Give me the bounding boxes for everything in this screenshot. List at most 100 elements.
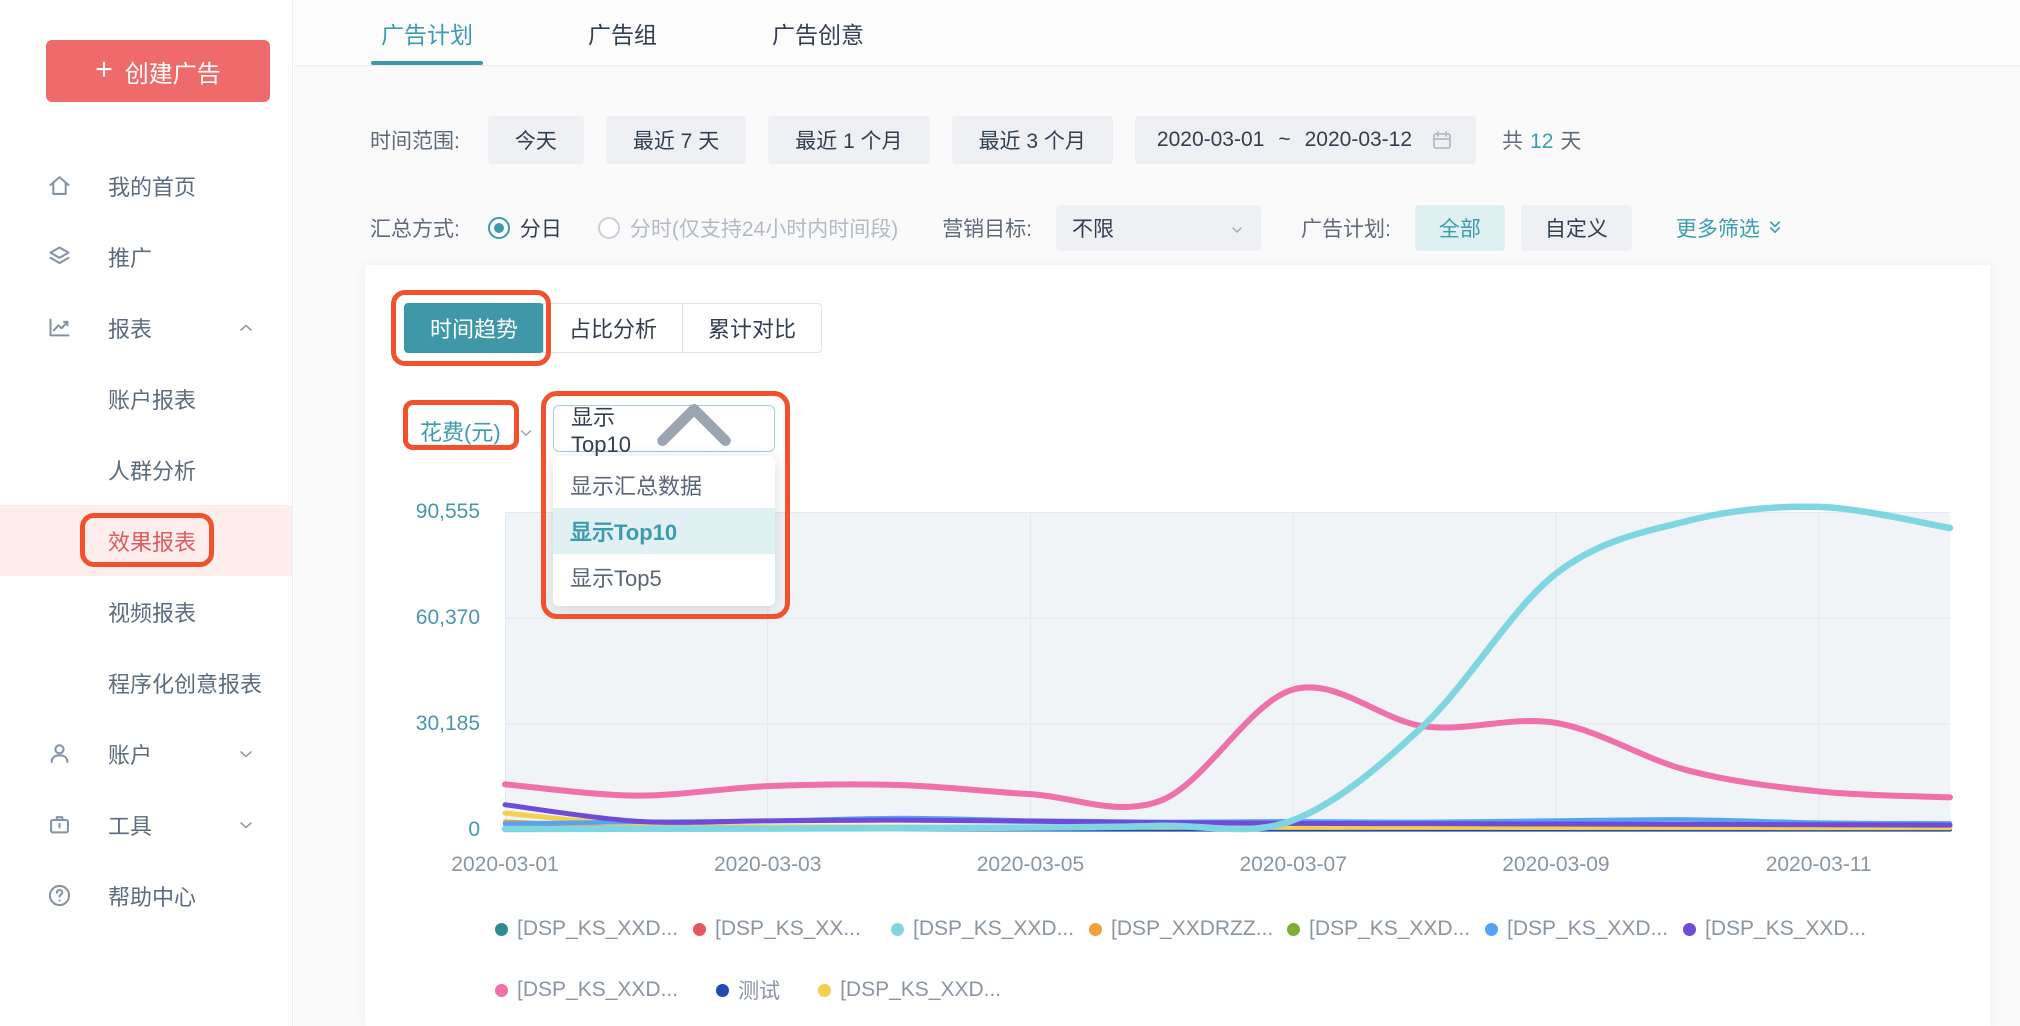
x-tick-label: 2020-03-05 xyxy=(940,853,1120,877)
legend-item-0[interactable]: [DSP_KS_XXD... xyxy=(495,917,693,941)
total-days-prefix: 共 xyxy=(1502,130,1523,153)
legend-dot xyxy=(495,984,508,997)
time-range-row: 时间范围: 今天最近 7 天最近 1 个月最近 3 个月 2020-03-01 … xyxy=(370,116,1581,164)
legend-item-5[interactable]: [DSP_KS_XXD... xyxy=(1485,917,1683,941)
sidebar-item-label: 账户 xyxy=(108,738,152,770)
chart-view-tab-0[interactable]: 时间趋势 xyxy=(404,303,544,353)
chart-panel: 时间趋势占比分析累计对比 花费(元) 显示Top10 显示汇总数据显示Top10… xyxy=(365,265,1990,1026)
legend-row-1: [DSP_KS_XXD... [DSP_KS_XX... [DSP_KS_XXD..… xyxy=(495,917,1881,941)
sidebar-item-label: 人群分析 xyxy=(108,454,196,486)
sidebar-item-6[interactable]: 视频报表 xyxy=(0,576,292,647)
legend-label: [DSP_KS_XX... xyxy=(715,917,861,941)
legend-item-1[interactable]: [DSP_KS_XX... xyxy=(693,917,891,941)
tab-2[interactable]: 广告创意 xyxy=(762,0,874,65)
legend-item-2[interactable]: [DSP_KS_XXD... xyxy=(891,917,1089,941)
marketing-goal-select[interactable]: 不限 xyxy=(1056,205,1261,251)
sidebar-item-7[interactable]: 程序化创意报表 xyxy=(0,647,292,718)
marketing-goal-label: 营销目标: xyxy=(942,213,1032,243)
chevron-down-icon xyxy=(517,422,535,440)
legend-item-4[interactable]: [DSP_KS_XXD... xyxy=(1287,917,1485,941)
sidebar-item-1[interactable]: 推广 xyxy=(0,221,292,292)
summary-row: 汇总方式: 分日分时(仅支持24小时内时间段) 营销目标: 不限 广告计划: 全… xyxy=(370,205,1785,251)
report-icon xyxy=(46,314,73,341)
y-tick-label: 30,185 xyxy=(385,712,480,736)
chart-view-tab-2[interactable]: 累计对比 xyxy=(682,303,822,353)
legend-dot xyxy=(495,923,508,936)
create-ad-button[interactable]: + 创建广告 xyxy=(46,40,270,102)
sidebar-item-label: 报表 xyxy=(108,312,152,344)
legend-dot xyxy=(891,923,904,936)
legend-item-8[interactable]: 测试 xyxy=(716,975,780,1005)
sidebar-item-label: 我的首页 xyxy=(108,170,196,202)
marketing-goal-value: 不限 xyxy=(1072,213,1114,243)
legend-label: [DSP_KS_XXD... xyxy=(913,917,1074,941)
y-tick-label: 60,370 xyxy=(385,606,480,630)
plus-icon: + xyxy=(95,55,113,85)
chevron-down-icon xyxy=(1229,220,1245,236)
legend-label: [DSP_KS_XXD... xyxy=(1309,917,1470,941)
layers-icon xyxy=(46,243,73,270)
tab-1[interactable]: 广告组 xyxy=(578,0,667,65)
y-tick-label: 90,555 xyxy=(385,500,480,524)
sidebar-item-8[interactable]: 账户 xyxy=(0,718,292,789)
top-n-option-0[interactable]: 显示汇总数据 xyxy=(553,462,775,508)
legend-item-3[interactable]: [DSP_XXDRZZ... xyxy=(1089,917,1287,941)
date-range-picker[interactable]: 2020-03-01 ~ 2020-03-12 xyxy=(1135,116,1476,164)
radio-icon xyxy=(488,217,510,239)
sidebar-nav: 我的首页推广报表账户报表人群分析效果报表视频报表程序化创意报表账户工具帮助中心 xyxy=(0,150,292,931)
y-tick-label: 0 xyxy=(385,818,480,842)
summary-radio-1[interactable]: 分时(仅支持24小时内时间段) xyxy=(598,213,898,243)
ad-plan-chips: 全部自定义 xyxy=(1415,205,1632,251)
quick-range-chip-3[interactable]: 最近 3 个月 xyxy=(952,116,1113,164)
sidebar-item-4[interactable]: 人群分析 xyxy=(0,434,292,505)
home-icon xyxy=(46,172,73,199)
legend-dot xyxy=(693,923,706,936)
sidebar-item-label: 帮助中心 xyxy=(108,880,196,912)
legend-dot xyxy=(716,984,729,997)
date-end: 2020-03-12 xyxy=(1305,128,1412,152)
date-start: 2020-03-01 xyxy=(1157,128,1264,152)
quick-range-chip-2[interactable]: 最近 1 个月 xyxy=(768,116,929,164)
summary-label: 汇总方式: xyxy=(370,213,460,243)
legend-dot xyxy=(1683,923,1696,936)
chevron-down-icon xyxy=(236,744,256,764)
ad-plan-chip-0[interactable]: 全部 xyxy=(1415,205,1505,251)
legend-label: [DSP_KS_XXD... xyxy=(1705,917,1866,941)
top-n-option-2[interactable]: 显示Top5 xyxy=(553,554,775,600)
main-content: 广告计划 广告组 广告创意 时间范围: 今天最近 7 天最近 1 个月最近 3 个月… xyxy=(294,0,2020,1026)
sidebar-item-0[interactable]: 我的首页 xyxy=(0,150,292,221)
top-n-option-1[interactable]: 显示Top10 xyxy=(553,508,775,554)
summary-radio-label: 分时(仅支持24小时内时间段) xyxy=(630,213,898,243)
metric-selector[interactable]: 花费(元) xyxy=(420,415,535,447)
legend-label: [DSP_KS_XXD... xyxy=(517,978,678,1002)
sidebar-item-10[interactable]: 帮助中心 xyxy=(0,860,292,931)
summary-radio-group: 分日 分时(仅支持24小时内时间段) xyxy=(488,213,898,243)
legend-label: [DSP_KS_XXD... xyxy=(517,917,678,941)
summary-radio-label: 分日 xyxy=(520,213,562,243)
top-n-select[interactable]: 显示Top10 xyxy=(553,405,775,452)
user-icon xyxy=(46,740,73,767)
quick-range-chip-1[interactable]: 最近 7 天 xyxy=(606,116,746,164)
legend-item-7[interactable]: [DSP_KS_XXD... xyxy=(495,978,678,1002)
quick-range-chips: 今天最近 7 天最近 1 个月最近 3 个月 xyxy=(488,116,1113,164)
quick-range-chip-0[interactable]: 今天 xyxy=(488,116,584,164)
sidebar-item-3[interactable]: 账户报表 xyxy=(0,363,292,434)
more-filters-link[interactable]: 更多筛选 xyxy=(1676,213,1785,243)
sidebar-item-2[interactable]: 报表 xyxy=(0,292,292,363)
total-days-value: 12 xyxy=(1530,130,1553,153)
summary-radio-0[interactable]: 分日 xyxy=(488,213,562,243)
time-range-label: 时间范围: xyxy=(370,125,460,155)
legend-item-9[interactable]: [DSP_KS_XXD... xyxy=(818,978,1001,1002)
sidebar-item-9[interactable]: 工具 xyxy=(0,789,292,860)
chart-view-tab-1[interactable]: 占比分析 xyxy=(543,303,683,353)
more-filters-label: 更多筛选 xyxy=(1676,213,1760,243)
top-n-select-value: 显示Top10 xyxy=(571,400,631,458)
ad-plan-chip-1[interactable]: 自定义 xyxy=(1521,205,1632,251)
sidebar-item-5[interactable]: 效果报表 xyxy=(0,505,292,576)
tab-0[interactable]: 广告计划 xyxy=(371,0,483,65)
sidebar-item-label: 视频报表 xyxy=(108,596,196,628)
total-days: 共12天 xyxy=(1502,125,1581,155)
legend-dot xyxy=(1485,923,1498,936)
legend-item-6[interactable]: [DSP_KS_XXD... xyxy=(1683,917,1881,941)
double-chevron-down-icon xyxy=(1765,218,1785,238)
